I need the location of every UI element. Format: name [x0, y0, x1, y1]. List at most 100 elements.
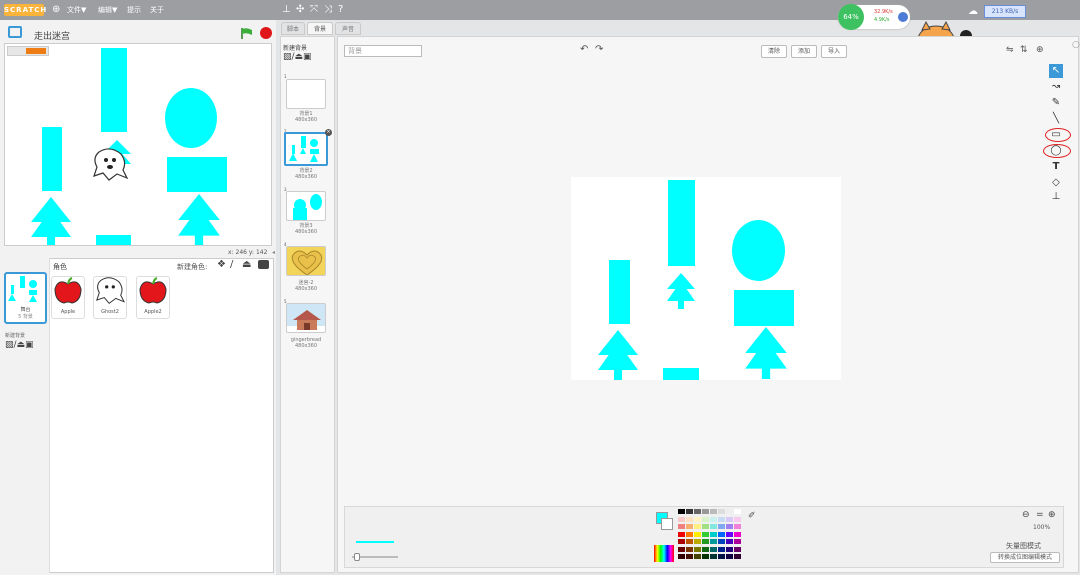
- palette-swatch[interactable]: [710, 554, 717, 559]
- sprite-tile-apple[interactable]: Apple: [51, 276, 85, 319]
- palette-swatch[interactable]: [686, 509, 693, 514]
- palette-swatch[interactable]: [710, 539, 717, 544]
- palette-swatch[interactable]: [694, 516, 701, 522]
- palette-swatch[interactable]: [694, 539, 701, 544]
- sprite-from-library-icon[interactable]: ❖: [217, 259, 226, 270]
- flip-vertical-icon[interactable]: ⇅: [1020, 45, 1028, 55]
- palette-swatch[interactable]: [726, 546, 733, 552]
- search-icon[interactable]: ○: [1072, 40, 1080, 50]
- upload-sprite-icon[interactable]: ⏏: [242, 259, 251, 270]
- line-width-handle[interactable]: [354, 553, 360, 561]
- menu-file[interactable]: 文件▼: [67, 3, 86, 17]
- palette-swatch[interactable]: [718, 554, 725, 559]
- color-palette[interactable]: [678, 509, 742, 563]
- collapse-arrow-icon[interactable]: ◂: [272, 249, 275, 256]
- backdrop-name-input[interactable]: [344, 45, 422, 57]
- menu-edit[interactable]: 编辑▼: [98, 3, 117, 17]
- palette-swatch[interactable]: [734, 531, 741, 537]
- palette-swatch[interactable]: [726, 509, 733, 514]
- palette-swatch[interactable]: [710, 516, 717, 522]
- palette-swatch[interactable]: [718, 531, 725, 537]
- menu-tips[interactable]: 提示: [127, 3, 141, 17]
- eyedropper-icon[interactable]: ✐: [748, 511, 756, 521]
- palette-swatch[interactable]: [678, 509, 685, 514]
- stage-tile[interactable]: 舞台 5 背景: [4, 272, 47, 324]
- undo-icon[interactable]: ↶: [580, 44, 588, 55]
- delete-icon[interactable]: ✣: [296, 3, 304, 17]
- delete-backdrop-icon[interactable]: ×: [325, 129, 332, 136]
- tab-backdrops[interactable]: 背景: [307, 22, 333, 35]
- backdrop-thumb-5[interactable]: [286, 303, 326, 333]
- palette-swatch[interactable]: [686, 516, 693, 522]
- ghost-sprite[interactable]: [91, 148, 129, 182]
- palette-swatch[interactable]: [678, 546, 685, 552]
- palette-swatch[interactable]: [678, 554, 685, 559]
- secondary-color-swatch[interactable]: [661, 518, 673, 530]
- palette-swatch[interactable]: [694, 531, 701, 537]
- cloud-icon[interactable]: ☁: [968, 5, 982, 18]
- palette-swatch[interactable]: [694, 524, 701, 529]
- palette-swatch[interactable]: [678, 516, 685, 522]
- reshape-tool-icon[interactable]: ↝: [1049, 80, 1063, 94]
- zoom-in-icon[interactable]: ⊕: [1048, 510, 1056, 520]
- palette-swatch[interactable]: [694, 554, 701, 559]
- palette-swatch[interactable]: [734, 554, 741, 559]
- palette-swatch[interactable]: [710, 509, 717, 514]
- backdrop-thumb-3[interactable]: [286, 191, 326, 221]
- palette-swatch[interactable]: [694, 546, 701, 552]
- palette-swatch[interactable]: [710, 531, 717, 537]
- palette-swatch[interactable]: [734, 539, 741, 544]
- palette-swatch[interactable]: [734, 524, 741, 529]
- fill-tool-icon[interactable]: ◇: [1049, 176, 1063, 190]
- camera-sprite-icon[interactable]: [258, 260, 269, 269]
- palette-swatch[interactable]: [718, 509, 725, 514]
- zoom-out-icon[interactable]: ⊖: [1022, 510, 1030, 520]
- palette-swatch[interactable]: [718, 546, 725, 552]
- paint-sprite-icon[interactable]: /: [230, 259, 233, 270]
- redo-icon[interactable]: ↷: [595, 44, 603, 55]
- backdrop-thumb-2[interactable]: [284, 132, 328, 166]
- palette-swatch[interactable]: [686, 554, 693, 559]
- new-backdrop-icons[interactable]: ▧/⏏▣: [283, 52, 312, 62]
- set-center-icon[interactable]: ⊕: [1036, 45, 1044, 55]
- text-tool-icon[interactable]: T: [1049, 160, 1063, 174]
- palette-swatch[interactable]: [710, 524, 717, 529]
- palette-swatch[interactable]: [734, 546, 741, 552]
- scratch-logo[interactable]: SCRATCH: [4, 4, 46, 16]
- tab-sounds[interactable]: 声音: [335, 22, 361, 35]
- convert-to-bitmap-button[interactable]: 转换成位图编辑模式: [990, 552, 1060, 563]
- palette-swatch[interactable]: [686, 531, 693, 537]
- clear-button[interactable]: 清除: [761, 45, 787, 58]
- zoom-reset-icon[interactable]: =: [1036, 510, 1044, 520]
- tab-scripts[interactable]: 脚本: [281, 22, 305, 35]
- palette-swatch[interactable]: [702, 516, 709, 522]
- palette-swatch[interactable]: [686, 546, 693, 552]
- presentation-mode-icon[interactable]: [8, 26, 22, 38]
- duplicate-icon[interactable]: ⊥: [282, 3, 291, 17]
- paint-canvas[interactable]: [571, 177, 841, 380]
- globe-icon[interactable]: ⊕: [52, 3, 60, 17]
- palette-swatch[interactable]: [678, 539, 685, 544]
- palette-swatch[interactable]: [686, 539, 693, 544]
- palette-swatch[interactable]: [702, 546, 709, 552]
- palette-swatch[interactable]: [734, 516, 741, 522]
- shrink-icon[interactable]: ⤨: [324, 3, 332, 17]
- palette-swatch[interactable]: [726, 539, 733, 544]
- select-tool-icon[interactable]: ↖: [1049, 64, 1063, 78]
- flip-horizontal-icon[interactable]: ⇋: [1006, 45, 1014, 55]
- backdrop-thumb-4[interactable]: [286, 246, 326, 276]
- sprite-tile-apple2[interactable]: Apple2: [136, 276, 170, 319]
- green-flag-icon[interactable]: [240, 28, 254, 39]
- palette-swatch[interactable]: [726, 516, 733, 522]
- backdrop-thumb-1[interactable]: [286, 79, 326, 109]
- palette-swatch[interactable]: [718, 524, 725, 529]
- add-button[interactable]: 添加: [791, 45, 817, 58]
- palette-swatch[interactable]: [702, 509, 709, 514]
- line-tool-icon[interactable]: ╲: [1049, 112, 1063, 126]
- palette-swatch[interactable]: [718, 516, 725, 522]
- menu-about[interactable]: 关于: [150, 3, 164, 17]
- import-button[interactable]: 导入: [821, 45, 847, 58]
- palette-swatch[interactable]: [678, 531, 685, 537]
- new-backdrop-tools[interactable]: ▧/⏏▣: [5, 340, 34, 350]
- palette-swatch[interactable]: [694, 509, 701, 514]
